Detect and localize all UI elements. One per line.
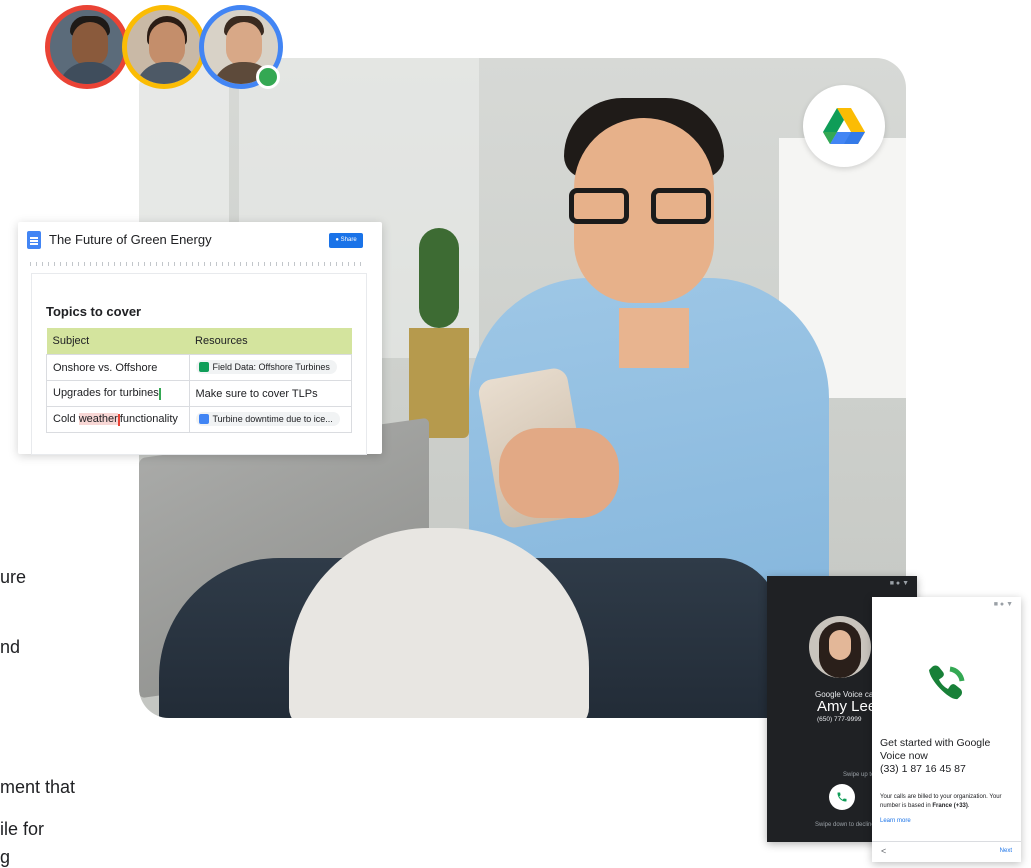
caller-number: (650) 777-9999 (817, 716, 862, 723)
chip-label: Field Data: Offshore Turbines (212, 362, 330, 372)
assigned-number: (33) 1 87 16 45 87 (880, 763, 966, 775)
learn-more-link[interactable]: Learn more (880, 818, 911, 824)
highlighted-word: weather (78, 413, 118, 426)
google-voice-icon (929, 665, 965, 700)
topics-table: Subject Resources Onshore vs. Offshore F… (46, 328, 353, 433)
setup-footer: < Next (872, 841, 1021, 863)
table-row: Onshore vs. Offshore Field Data: Offshor… (46, 354, 353, 381)
chip-label: Turbine downtime due to ice... (212, 414, 333, 424)
next-button[interactable]: Next (1000, 848, 1012, 854)
subject-cell: Onshore vs. Offshore (46, 354, 190, 381)
collaborator-avatar-1 (45, 5, 129, 89)
subject-text: Upgrades for turbines (53, 387, 159, 400)
phone-icon (837, 792, 847, 802)
country-label: France (+33) (932, 802, 968, 809)
resource-cell: Turbine downtime due to ice... (188, 406, 353, 433)
back-button[interactable]: < (881, 846, 886, 856)
subject-text: Cold (53, 413, 79, 426)
google-drive-icon (823, 108, 865, 144)
body-copy-fragment-2: nd (0, 637, 21, 657)
table-row: Cold weather functionality Turbine downti… (46, 406, 353, 433)
collaborator-avatar-2 (122, 5, 206, 89)
section-heading: Topics to cover (46, 304, 142, 319)
body-copy-fragment-1: ure (0, 567, 27, 587)
share-label: Share (340, 237, 357, 243)
person-icon: ● (335, 237, 339, 243)
resource-cell: Make sure to cover TLPs (188, 380, 353, 407)
subject-cell: Cold weather functionality (46, 406, 190, 433)
status-bar-icons: ■ ● ▼ (889, 580, 909, 587)
docs-preview-card: The Future of Green Energy ● Share Topic… (18, 222, 382, 454)
setup-headline: Get started with Google Voice now (33) 1… (880, 737, 1016, 776)
online-status-dot (256, 65, 280, 89)
ruler (30, 262, 366, 266)
answer-call-button[interactable] (829, 784, 855, 810)
swipe-down-hint: Swipe down to decline (815, 822, 875, 828)
share-button[interactable]: ● Share (329, 233, 363, 248)
billing-text-end: . (967, 802, 970, 809)
subject-cell: Upgrades for turbines (46, 380, 190, 407)
column-header-subject: Subject (46, 328, 190, 355)
google-docs-icon (198, 414, 209, 424)
status-bar-icons: ■ ● ▼ (993, 601, 1013, 608)
google-drive-badge (803, 85, 885, 167)
google-sheets-icon (198, 362, 209, 372)
resource-cell: Field Data: Offshore Turbines (188, 354, 353, 381)
column-header-resources: Resources (189, 328, 352, 355)
billing-note: Your calls are billed to your organizati… (880, 793, 1018, 810)
google-docs-icon (27, 231, 41, 249)
caller-name: Amy Lee (817, 698, 877, 715)
headline-text: Get started with Google Voice now (880, 737, 991, 762)
body-copy-fragment-4: ile for (0, 819, 45, 839)
body-copy-fragment-5: g (0, 847, 11, 867)
subject-text: functionality (119, 413, 178, 426)
docs-header: The Future of Green Energy ● Share (18, 222, 382, 258)
caller-avatar (809, 616, 871, 678)
voice-setup-screen: ■ ● ▼ Get started with Google Voice now … (872, 597, 1021, 862)
table-header-row: Subject Resources (46, 328, 352, 355)
document-page: Topics to cover Subject Resources Onshor… (32, 274, 366, 454)
table-row: Upgrades for turbines Make sure to cover… (46, 380, 353, 407)
document-title: The Future of Green Energy (49, 232, 212, 247)
body-copy-fragment-3: ment that (0, 777, 76, 797)
smart-chip[interactable]: Field Data: Offshore Turbines (195, 360, 337, 374)
smart-chip[interactable]: Turbine downtime due to ice... (195, 412, 340, 426)
collaborator-cursor (158, 387, 161, 400)
